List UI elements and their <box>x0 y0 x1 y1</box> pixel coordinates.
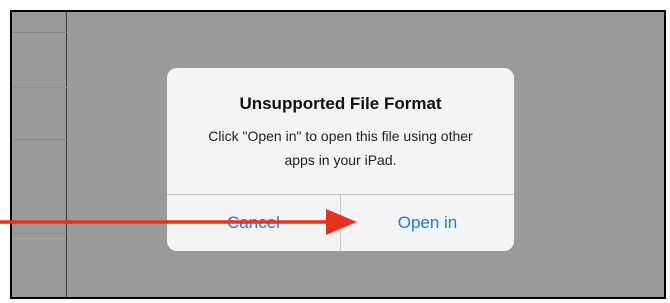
sidebar-divider <box>12 32 67 33</box>
cancel-button[interactable]: Cancel <box>167 195 340 251</box>
sidebar-divider <box>12 87 67 88</box>
screenshot-frame: Unsupported File Format Click "Open in" … <box>10 10 666 299</box>
open-in-button[interactable]: Open in <box>341 195 514 251</box>
sidebar-divider <box>12 233 67 234</box>
alert-title: Unsupported File Format <box>239 94 442 113</box>
sidebar-divider <box>12 139 67 140</box>
sidebar <box>12 12 67 297</box>
unsupported-format-alert: Unsupported File Format Click "Open in" … <box>167 68 514 251</box>
alert-message: Click "Open in" to open this file using … <box>208 128 473 168</box>
